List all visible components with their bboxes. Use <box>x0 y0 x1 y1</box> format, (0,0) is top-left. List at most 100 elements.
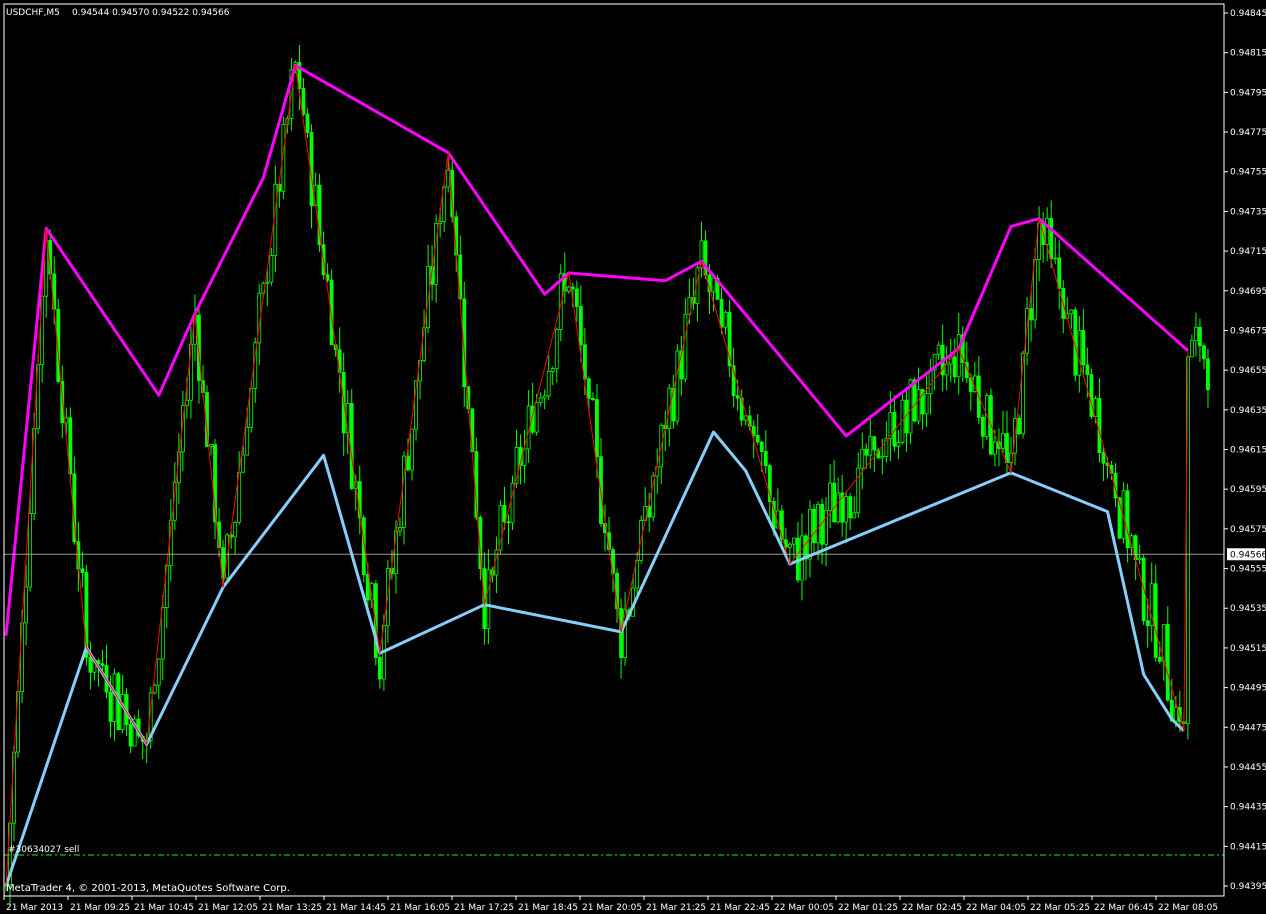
y-tick-label: 0.94515 <box>1230 644 1266 654</box>
candle-body <box>868 436 873 456</box>
candle-body <box>570 286 575 290</box>
candle-body <box>128 724 133 747</box>
x-tick-label: 22 Mar 08:05 <box>1158 903 1218 913</box>
candle-body <box>506 521 511 524</box>
y-tick-label: 0.94635 <box>1230 406 1266 416</box>
candle-body <box>980 417 985 437</box>
candle-body <box>1137 557 1142 561</box>
current-price-marker: 0.94566 <box>1227 548 1266 561</box>
candle-body <box>872 436 877 451</box>
candle-body <box>848 496 853 519</box>
y-tick-label: 0.94455 <box>1230 763 1266 773</box>
candle-body <box>735 395 740 399</box>
candle-body <box>599 456 603 524</box>
candle-body <box>936 344 941 355</box>
candle-body <box>1005 433 1009 463</box>
candle-body <box>542 395 547 399</box>
candle-body <box>916 389 921 422</box>
candle-body <box>1198 326 1202 347</box>
x-tick-label: 21 Mar 2013 <box>6 903 63 913</box>
candle-body <box>788 543 792 548</box>
candle-body <box>675 350 680 422</box>
y-tick-label: 0.94775 <box>1230 128 1266 138</box>
candle-body <box>197 314 201 382</box>
candle-body <box>550 368 555 372</box>
candle-body <box>896 442 901 447</box>
candle-body <box>683 313 688 380</box>
y-tick-label: 0.94615 <box>1230 446 1266 456</box>
x-tick-label: 21 Mar 09:25 <box>70 903 130 913</box>
candle-body <box>301 88 306 115</box>
x-tick-label: 21 Mar 12:05 <box>198 903 258 913</box>
candle-body <box>554 329 559 370</box>
candle-body <box>1045 218 1050 245</box>
x-tick-label: 21 Mar 20:05 <box>582 903 642 913</box>
y-tick-label: 0.94655 <box>1230 366 1266 376</box>
ohlc-readout: 0.94544 0.94570 0.94522 0.94566 <box>72 8 230 18</box>
candle-body <box>836 492 841 523</box>
candle-body <box>1081 330 1086 366</box>
candle-body <box>824 509 828 545</box>
candle-body <box>241 454 246 473</box>
candle-body <box>1077 330 1082 376</box>
candle-body <box>28 513 33 588</box>
candle-body <box>546 370 551 397</box>
candle-body <box>719 298 724 328</box>
candle-body <box>1173 707 1178 722</box>
candle-body <box>1097 398 1102 454</box>
candle-body <box>574 288 579 307</box>
y-tick-label: 0.94495 <box>1230 684 1266 694</box>
candle-body <box>1069 309 1074 315</box>
candle-body <box>184 399 189 407</box>
candle-body <box>591 398 595 400</box>
chart-background <box>0 0 1266 914</box>
candle-body <box>24 586 29 624</box>
candle-body <box>1001 433 1005 449</box>
candle-body <box>1125 490 1130 549</box>
candle-body <box>410 428 414 471</box>
candle-body <box>100 663 105 666</box>
candle-body <box>209 444 213 447</box>
y-tick-label: 0.94475 <box>1230 723 1266 733</box>
y-tick-label: 0.94675 <box>1230 326 1266 336</box>
candle-body <box>880 456 885 459</box>
x-tick-label: 22 Mar 00:05 <box>774 903 834 913</box>
candle-body <box>828 482 832 511</box>
symbol-timeframe: USDCHF,M5 <box>6 8 60 18</box>
y-tick-label: 0.94695 <box>1230 287 1266 297</box>
candle-body <box>233 521 238 538</box>
candle-body <box>305 113 310 133</box>
candle-body <box>1145 620 1150 626</box>
candle-body <box>952 356 957 378</box>
y-tick-label: 0.94795 <box>1230 88 1266 98</box>
x-tick-label: 21 Mar 13:25 <box>262 903 322 913</box>
candle-body <box>587 378 591 399</box>
candle-body <box>502 504 507 523</box>
candle-body <box>538 397 543 404</box>
x-tick-label: 21 Mar 22:45 <box>710 903 770 913</box>
candle-body <box>723 312 728 328</box>
x-tick-label: 22 Mar 02:45 <box>902 903 962 913</box>
candle-body <box>993 441 997 455</box>
y-tick-label: 0.94555 <box>1230 565 1266 575</box>
candle-body <box>245 426 250 456</box>
y-tick-label: 0.94395 <box>1230 882 1266 892</box>
candle-body <box>534 402 539 433</box>
candle-body <box>1206 358 1210 391</box>
price-chart[interactable]: 0.94845 0.94815 0.94795 0.94775 0.94755 0.947… <box>0 0 1266 914</box>
x-tick-label: 21 Mar 21:25 <box>646 903 706 913</box>
x-tick-label: 21 Mar 14:45 <box>326 903 386 913</box>
candle-body <box>1053 257 1058 260</box>
candle-body <box>956 334 961 378</box>
y-tick-label: 0.94435 <box>1230 803 1266 813</box>
candle-body <box>1057 257 1062 289</box>
copyright-text: MetaTrader 4, © 2001-2013, MetaQuotes So… <box>6 883 290 894</box>
candle-body <box>759 441 764 452</box>
y-tick-label: 0.94815 <box>1230 49 1266 59</box>
candle-body <box>864 448 869 456</box>
candle-body <box>808 508 812 560</box>
candle-body <box>486 569 491 629</box>
candle-body <box>816 504 820 544</box>
y-tick-label: 0.94595 <box>1230 485 1266 495</box>
candle-body <box>844 496 849 523</box>
